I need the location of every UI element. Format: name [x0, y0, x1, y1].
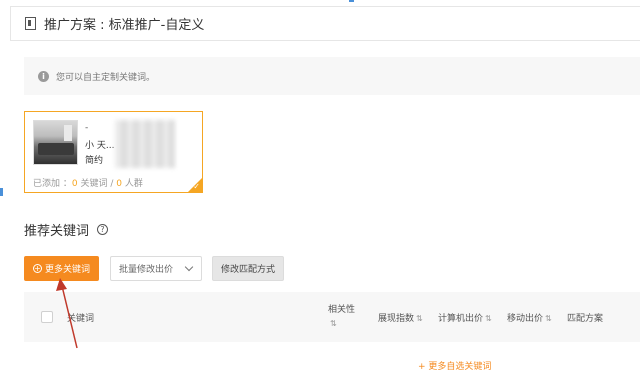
left-edge-marker: [0, 188, 3, 196]
match-mode-button[interactable]: 修改匹配方式: [212, 256, 284, 281]
column-pc-bid[interactable]: 计算机出价 ⇅: [438, 311, 492, 324]
column-match: 匹配方案: [567, 311, 603, 324]
bulk-bid-label: 批量修改出价: [119, 265, 174, 275]
column-pc-bid-label: 计算机出价: [438, 314, 484, 324]
page-title: 推广方案 : 标准推广-自定义: [44, 18, 205, 33]
blurred-product-name: [115, 120, 175, 168]
sort-icon: ⇅: [330, 319, 337, 328]
info-tip: i 您可以自主定制关键词。: [24, 57, 640, 95]
document-icon: [25, 17, 36, 30]
top-edge-marker: [349, 0, 354, 2]
sort-icon: ⇅: [485, 314, 492, 323]
more-custom-keywords-link[interactable]: + 更多自选关键词: [418, 359, 491, 372]
stats-prefix: 已添加 ：: [33, 179, 72, 189]
section-title: 推荐关键词 ?: [24, 220, 109, 239]
product-title-line2: 小 天...: [85, 141, 115, 151]
keyword-label: 关键词 /: [77, 179, 117, 189]
sort-icon: ⇅: [545, 314, 552, 323]
column-impressions-label: 展现指数: [378, 314, 415, 324]
bulk-bid-select[interactable]: 批量修改出价: [110, 256, 202, 281]
sort-icon: ⇅: [416, 314, 423, 323]
plus-circle-icon: +: [32, 264, 42, 273]
product-title-line1: -: [85, 123, 89, 133]
chevron-down-icon: [184, 262, 194, 272]
product-stats: 已添加 ：0 关键词 / 0 人群: [33, 176, 143, 189]
column-keyword-label: 关键词: [67, 314, 95, 324]
more-keywords-button[interactable]: + 更多关键词: [24, 256, 99, 281]
column-keyword: 关键词: [67, 311, 94, 324]
column-match-label: 匹配方案: [567, 314, 604, 324]
product-thumbnail: [33, 120, 78, 165]
column-relevance[interactable]: 相关性 ⇅: [328, 303, 355, 331]
column-mobile-bid[interactable]: 移动出价 ⇅: [507, 311, 552, 324]
column-impressions[interactable]: 展现指数 ⇅: [378, 311, 423, 324]
page-header: 推广方案 : 标准推广-自定义: [10, 6, 640, 41]
info-tip-text: 您可以自主定制关键词。: [56, 72, 156, 83]
more-keywords-label: 更多关键词: [44, 265, 90, 275]
match-mode-label: 修改匹配方式: [220, 265, 275, 275]
checkmark-icon: ✓: [193, 182, 200, 191]
product-title-line3: 简约: [85, 156, 104, 166]
keyword-table-header: 关键词 相关性 ⇅ 展现指数 ⇅ 计算机出价 ⇅ 移动出价 ⇅ 匹配方案: [24, 292, 640, 342]
info-icon: i: [38, 70, 49, 82]
section-title-text: 推荐关键词: [24, 224, 90, 239]
product-card[interactable]: - 小 天... 简约 已添加 ：0 关键词 / 0 人群 ✓: [24, 111, 203, 193]
crowd-label: 人群: [121, 179, 143, 189]
column-relevance-label: 相关性: [328, 305, 356, 315]
help-icon[interactable]: ?: [97, 224, 109, 235]
column-mobile-bid-label: 移动出价: [507, 314, 544, 324]
select-all-checkbox[interactable]: [41, 311, 53, 323]
